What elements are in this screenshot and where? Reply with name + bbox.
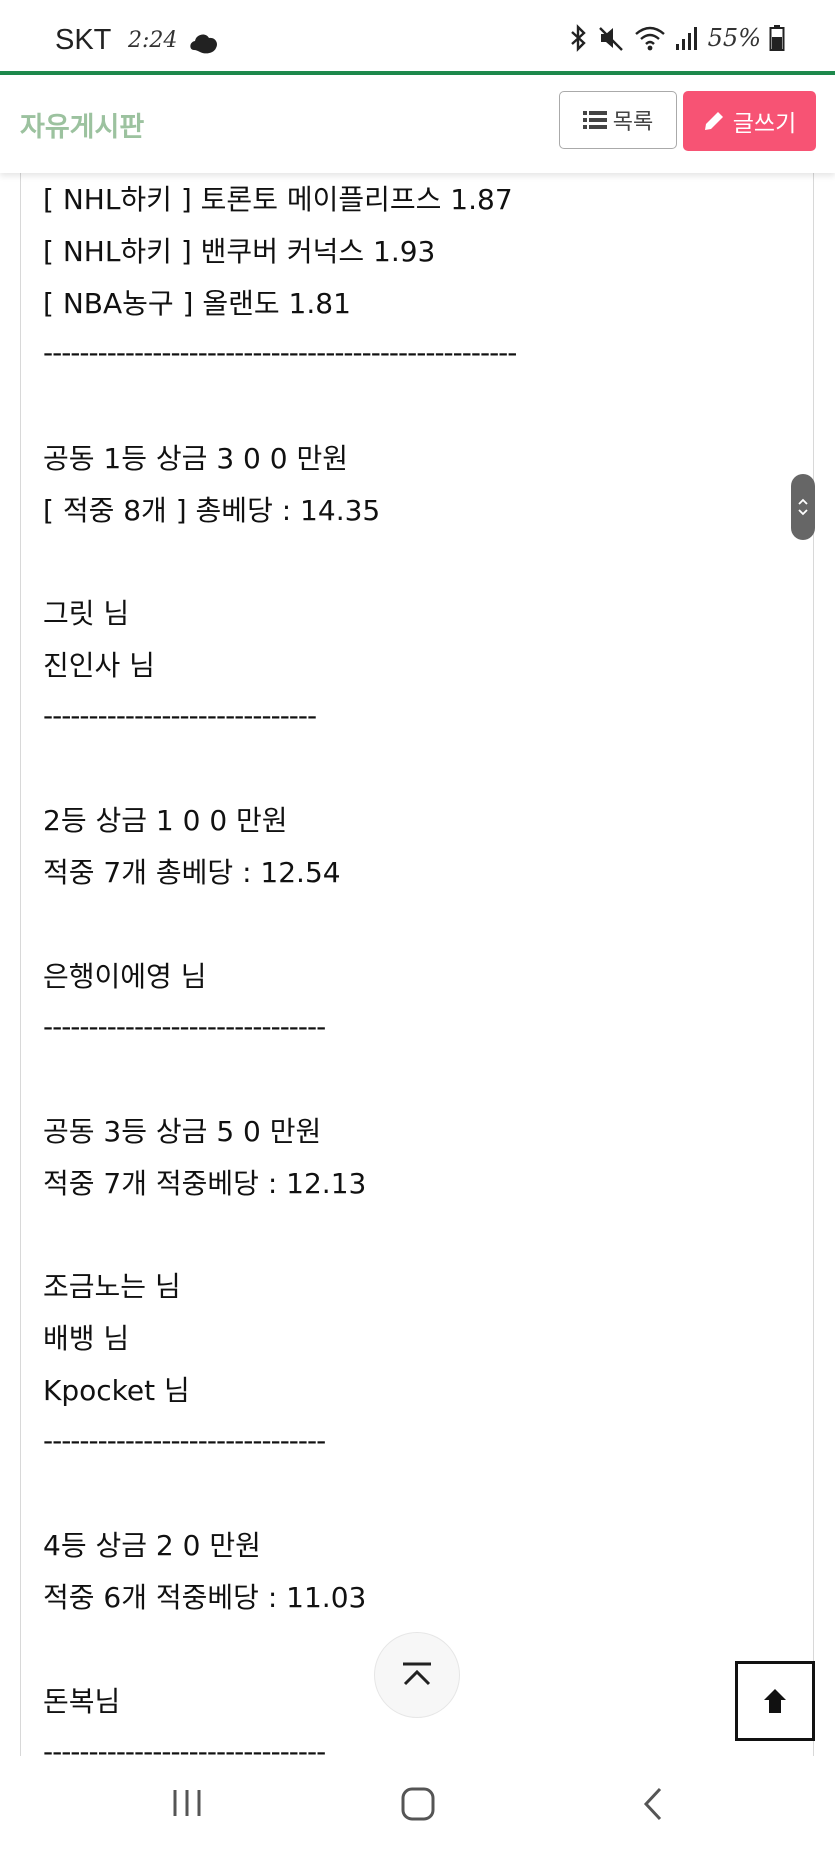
arrow-up-icon <box>764 1689 786 1713</box>
post-line: 조금노는 님 <box>43 1270 181 1303</box>
chevron-up-bar-icon <box>403 1662 431 1686</box>
write-button[interactable]: 글쓰기 <box>683 91 816 151</box>
post-line: 적중 7개 적중베당 : 12.13 <box>43 1167 367 1200</box>
pencil-icon <box>704 112 723 130</box>
bluetooth-icon <box>570 24 586 52</box>
signal-icon <box>675 27 697 50</box>
list-button[interactable]: 목록 <box>559 91 677 149</box>
scroll-up-button[interactable] <box>374 1632 460 1718</box>
post-line: [ NHL하키 ] 토론토 메이플리프스 1.87 <box>43 183 513 216</box>
carrier-label: SKT <box>55 24 112 56</box>
wifi-icon <box>634 26 665 51</box>
post-line: 은행이에영 님 <box>43 960 207 993</box>
battery-icon <box>769 25 785 51</box>
post-line: 배뱅 님 <box>43 1322 130 1355</box>
system-nav-bar <box>0 1756 835 1856</box>
post-divider: ------------------------------- <box>43 1424 326 1457</box>
post-divider: ------------------------------- <box>43 1010 326 1043</box>
post-line: Kpocket 님 <box>43 1374 190 1407</box>
list-button-label: 목록 <box>612 110 654 135</box>
post-line: 그릿 님 <box>43 597 130 630</box>
status-icons: 55% <box>568 24 785 52</box>
mute-icon <box>598 27 623 51</box>
scrollbar-thumb[interactable] <box>791 474 815 540</box>
list-icon <box>582 111 607 129</box>
post-line: 돈복님 <box>43 1685 121 1718</box>
post-line: 공동 3등 상금 5 0 만원 <box>43 1115 322 1148</box>
post-divider: ------------------------------ <box>43 699 317 732</box>
post-line: 적중 6개 적중베당 : 11.03 <box>43 1581 367 1614</box>
post-line: [ NBA농구 ] 올랜도 1.81 <box>43 287 351 320</box>
write-button-label: 글쓰기 <box>732 111 797 137</box>
chevron-down-icon <box>798 509 808 516</box>
back-to-top-button[interactable] <box>735 1661 815 1741</box>
clock: 2:24 <box>128 28 178 53</box>
post-line: [ 적중 8개 ] 총베당 : 14.35 <box>43 494 381 527</box>
status-bar: SKT 2:24 55% <box>0 0 835 72</box>
back-icon[interactable] <box>640 1786 668 1822</box>
post-line: 공동 1등 상금 3 0 0 만원 <box>43 442 348 475</box>
recent-apps-icon[interactable] <box>170 1786 204 1820</box>
battery-percent: 55% <box>707 24 761 52</box>
chevron-up-icon <box>798 498 808 505</box>
cloud-icon <box>190 34 218 54</box>
board-header: 자유게시판 목록 글쓰기 <box>0 75 835 173</box>
post-line: 적중 7개 총베당 : 12.54 <box>43 856 341 889</box>
post-line: 4등 상금 2 0 만원 <box>43 1529 261 1562</box>
board-title: 자유게시판 <box>20 112 145 143</box>
post-divider: ----------------------------------------… <box>43 336 517 369</box>
post-line: 2등 상금 1 0 0 만원 <box>43 804 288 837</box>
post-line: [ NHL하키 ] 밴쿠버 커넉스 1.93 <box>43 235 436 268</box>
home-icon[interactable] <box>400 1786 436 1822</box>
post-line: 진인사 님 <box>43 649 155 682</box>
